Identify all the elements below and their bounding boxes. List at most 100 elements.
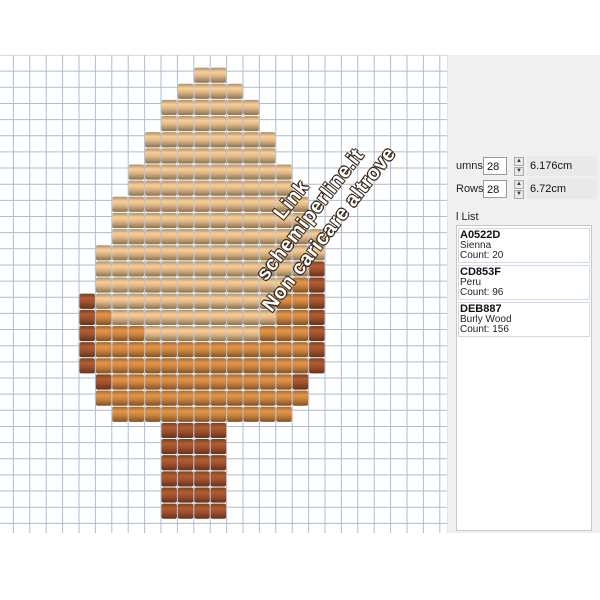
bead-burlywood[interactable] xyxy=(276,212,292,229)
bead-burlywood[interactable] xyxy=(276,196,292,212)
bead-peru[interactable] xyxy=(194,342,210,358)
bead-peru[interactable] xyxy=(112,374,128,390)
bead-grid-canvas[interactable] xyxy=(0,55,456,533)
bead-burlywood[interactable] xyxy=(276,164,292,180)
bead-burlywood[interactable] xyxy=(292,229,309,245)
bead-burlywood[interactable] xyxy=(145,325,161,342)
bead-sienna[interactable] xyxy=(309,261,325,277)
bead-burlywood[interactable] xyxy=(243,164,259,180)
bead-burlywood[interactable] xyxy=(177,116,194,132)
bead-burlywood[interactable] xyxy=(292,245,309,261)
bead-sienna[interactable] xyxy=(161,455,177,471)
bead-burlywood[interactable] xyxy=(259,245,276,261)
bead-peru[interactable] xyxy=(95,309,112,325)
bead-burlywood[interactable] xyxy=(276,229,292,245)
bead-burlywood[interactable] xyxy=(227,148,243,164)
bead-burlywood[interactable] xyxy=(243,229,259,245)
bead-burlywood[interactable] xyxy=(227,164,243,180)
bead-burlywood[interactable] xyxy=(194,293,210,309)
bead-peru[interactable] xyxy=(194,358,210,374)
bead-burlywood[interactable] xyxy=(161,212,177,229)
bead-burlywood[interactable] xyxy=(177,245,194,261)
bead-burlywood[interactable] xyxy=(243,325,259,342)
bead-burlywood[interactable] xyxy=(194,164,210,180)
bead-burlywood[interactable] xyxy=(210,148,227,164)
bead-peru[interactable] xyxy=(243,374,259,390)
bead-peru[interactable] xyxy=(210,342,227,358)
bead-burlywood[interactable] xyxy=(259,132,276,148)
bead-burlywood[interactable] xyxy=(243,99,259,116)
bead-burlywood[interactable] xyxy=(128,293,145,309)
bead-burlywood[interactable] xyxy=(210,164,227,180)
bead-burlywood[interactable] xyxy=(128,196,145,212)
bead-burlywood[interactable] xyxy=(259,293,276,309)
bead-burlywood[interactable] xyxy=(177,212,194,229)
bead-burlywood[interactable] xyxy=(194,116,210,132)
bead-sienna[interactable] xyxy=(161,487,177,503)
bead-sienna[interactable] xyxy=(95,374,112,390)
bead-burlywood[interactable] xyxy=(112,196,128,212)
bead-burlywood[interactable] xyxy=(259,261,276,277)
bead-burlywood[interactable] xyxy=(161,293,177,309)
bead-burlywood[interactable] xyxy=(177,293,194,309)
bead-burlywood[interactable] xyxy=(145,164,161,180)
bead-sienna[interactable] xyxy=(210,455,227,471)
bead-peru[interactable] xyxy=(259,406,276,422)
bead-peru[interactable] xyxy=(95,358,112,374)
bead-peru[interactable] xyxy=(145,342,161,358)
bead-burlywood[interactable] xyxy=(145,196,161,212)
bead-peru[interactable] xyxy=(259,358,276,374)
bead-peru[interactable] xyxy=(292,342,309,358)
bead-burlywood[interactable] xyxy=(145,293,161,309)
bead-peru[interactable] xyxy=(95,325,112,342)
bead-burlywood[interactable] xyxy=(112,261,128,277)
bead-burlywood[interactable] xyxy=(177,132,194,148)
bead-peru[interactable] xyxy=(210,374,227,390)
bead-burlywood[interactable] xyxy=(95,261,112,277)
bead-burlywood[interactable] xyxy=(210,99,227,116)
bead-burlywood[interactable] xyxy=(276,277,292,293)
bead-peru[interactable] xyxy=(95,390,112,406)
bead-burlywood[interactable] xyxy=(128,180,145,196)
bead-burlywood[interactable] xyxy=(161,325,177,342)
bead-burlywood[interactable] xyxy=(259,196,276,212)
bead-burlywood[interactable] xyxy=(128,245,145,261)
bead-peru[interactable] xyxy=(145,374,161,390)
rows-up-arrow-icon[interactable]: ▲ xyxy=(514,180,524,189)
bead-peru[interactable] xyxy=(128,325,145,342)
bead-burlywood[interactable] xyxy=(161,196,177,212)
bead-burlywood[interactable] xyxy=(243,180,259,196)
bead-sienna[interactable] xyxy=(194,487,210,503)
bead-burlywood[interactable] xyxy=(210,293,227,309)
bead-sienna[interactable] xyxy=(177,455,194,471)
bead-burlywood[interactable] xyxy=(210,229,227,245)
columns-input[interactable]: 28 xyxy=(483,157,507,175)
bead-burlywood[interactable] xyxy=(210,83,227,99)
bead-burlywood[interactable] xyxy=(145,132,161,148)
bead-burlywood[interactable] xyxy=(243,196,259,212)
bead-peru[interactable] xyxy=(177,358,194,374)
bead-burlywood[interactable] xyxy=(276,261,292,277)
bead-burlywood[interactable] xyxy=(161,309,177,325)
bead-burlywood[interactable] xyxy=(177,99,194,116)
bead-burlywood[interactable] xyxy=(243,245,259,261)
bead-burlywood[interactable] xyxy=(112,229,128,245)
bead-burlywood[interactable] xyxy=(95,245,112,261)
bead-peru[interactable] xyxy=(276,406,292,422)
bead-sienna[interactable] xyxy=(177,471,194,487)
bead-peru[interactable] xyxy=(161,342,177,358)
bead-sienna[interactable] xyxy=(79,293,95,309)
bead-burlywood[interactable] xyxy=(210,196,227,212)
bead-burlywood[interactable] xyxy=(145,180,161,196)
bead-burlywood[interactable] xyxy=(95,277,112,293)
bead-burlywood[interactable] xyxy=(243,212,259,229)
bead-peru[interactable] xyxy=(177,406,194,422)
bead-peru[interactable] xyxy=(227,342,243,358)
bead-peru[interactable] xyxy=(243,358,259,374)
bead-burlywood[interactable] xyxy=(177,325,194,342)
bead-peru[interactable] xyxy=(292,358,309,374)
bead-burlywood[interactable] xyxy=(259,164,276,180)
bead-burlywood[interactable] xyxy=(177,229,194,245)
bead-burlywood[interactable] xyxy=(145,245,161,261)
bead-sienna[interactable] xyxy=(210,487,227,503)
